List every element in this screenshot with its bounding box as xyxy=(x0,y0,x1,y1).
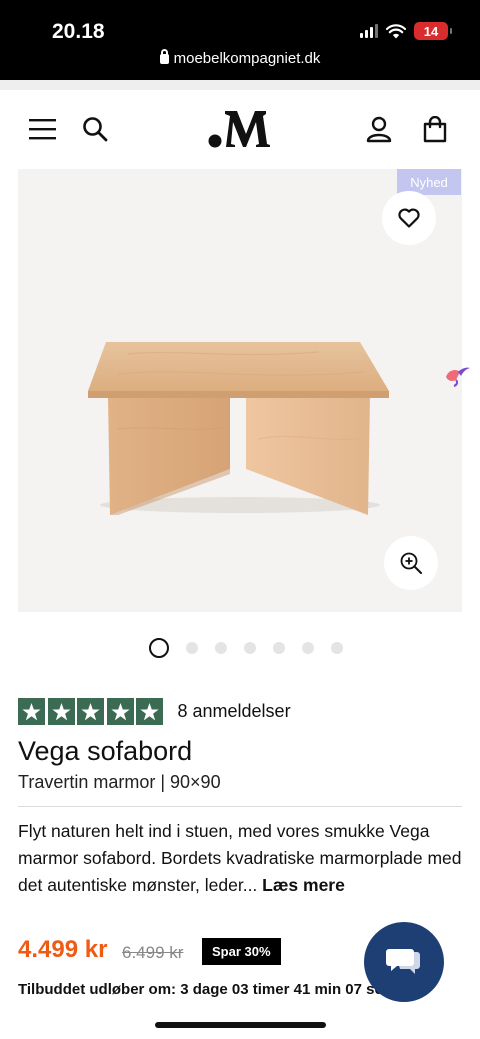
zoom-button[interactable] xyxy=(384,536,438,590)
product-title: Vega sofabord xyxy=(18,736,193,766)
brand-logo[interactable] xyxy=(208,108,272,150)
search-icon xyxy=(83,117,108,142)
cart-icon xyxy=(423,115,447,142)
gallery-dot-2[interactable] xyxy=(186,642,198,654)
status-time: 20.18 xyxy=(52,20,105,43)
gallery-dot-5[interactable] xyxy=(273,642,285,654)
star-icon xyxy=(106,698,134,725)
product-description: Flyt naturen helt ind i stuen, med vores… xyxy=(18,818,464,899)
wifi-icon xyxy=(386,23,406,38)
rating-summary[interactable]: 8 anmeldelser xyxy=(18,698,291,725)
star-icon xyxy=(18,698,45,725)
offer-countdown: Tilbuddet udløber om: 3 dage 03 timer 41… xyxy=(18,981,392,998)
gallery-dot-3[interactable] xyxy=(215,642,227,654)
product-subtitle: Travertin marmor | 90×90 xyxy=(18,772,221,792)
sale-price: 4.499 kr xyxy=(18,936,108,963)
gallery-pagination xyxy=(0,638,480,658)
status-icons: 14 xyxy=(360,22,452,40)
star-icon xyxy=(136,698,163,725)
url-text: moebelkompagniet.dk xyxy=(173,50,321,67)
address-bar[interactable]: moebelkompagniet.dk xyxy=(0,49,480,67)
original-price: 6.499 kr xyxy=(122,943,184,962)
review-count[interactable]: 8 anmeldelser xyxy=(178,701,291,722)
chat-button[interactable] xyxy=(364,922,444,1002)
cart-button[interactable] xyxy=(420,114,450,144)
read-more-link[interactable]: Læs mere xyxy=(262,875,345,895)
site-header xyxy=(0,90,480,168)
discount-badge: Spar 30% xyxy=(202,938,281,965)
battery-indicator: 14 xyxy=(414,22,452,40)
description-text: Flyt naturen helt ind i stuen, med vores… xyxy=(18,821,462,895)
gallery-dot-7[interactable] xyxy=(331,642,343,654)
floating-bird-icon[interactable] xyxy=(442,362,472,388)
search-button[interactable] xyxy=(80,114,110,144)
divider xyxy=(18,806,462,807)
menu-button[interactable] xyxy=(27,114,57,144)
wishlist-button[interactable] xyxy=(382,191,436,245)
gallery-dot-4[interactable] xyxy=(244,642,256,654)
zoom-in-icon xyxy=(400,552,422,574)
gallery-dot-1[interactable] xyxy=(149,638,169,658)
cellular-signal-icon xyxy=(360,24,378,38)
status-bar: 20.18 14 moebelkompagniet.dk xyxy=(0,0,480,80)
lock-icon xyxy=(159,49,169,64)
heart-icon xyxy=(398,208,420,228)
home-indicator xyxy=(155,1022,326,1028)
menu-icon xyxy=(28,119,56,140)
gallery-dot-6[interactable] xyxy=(302,642,314,654)
star-icon xyxy=(77,698,104,725)
account-icon xyxy=(366,116,392,142)
account-button[interactable] xyxy=(364,114,394,144)
star-icon xyxy=(47,698,75,725)
page-top-strip xyxy=(0,80,480,90)
chat-bubbles-icon xyxy=(386,949,420,974)
